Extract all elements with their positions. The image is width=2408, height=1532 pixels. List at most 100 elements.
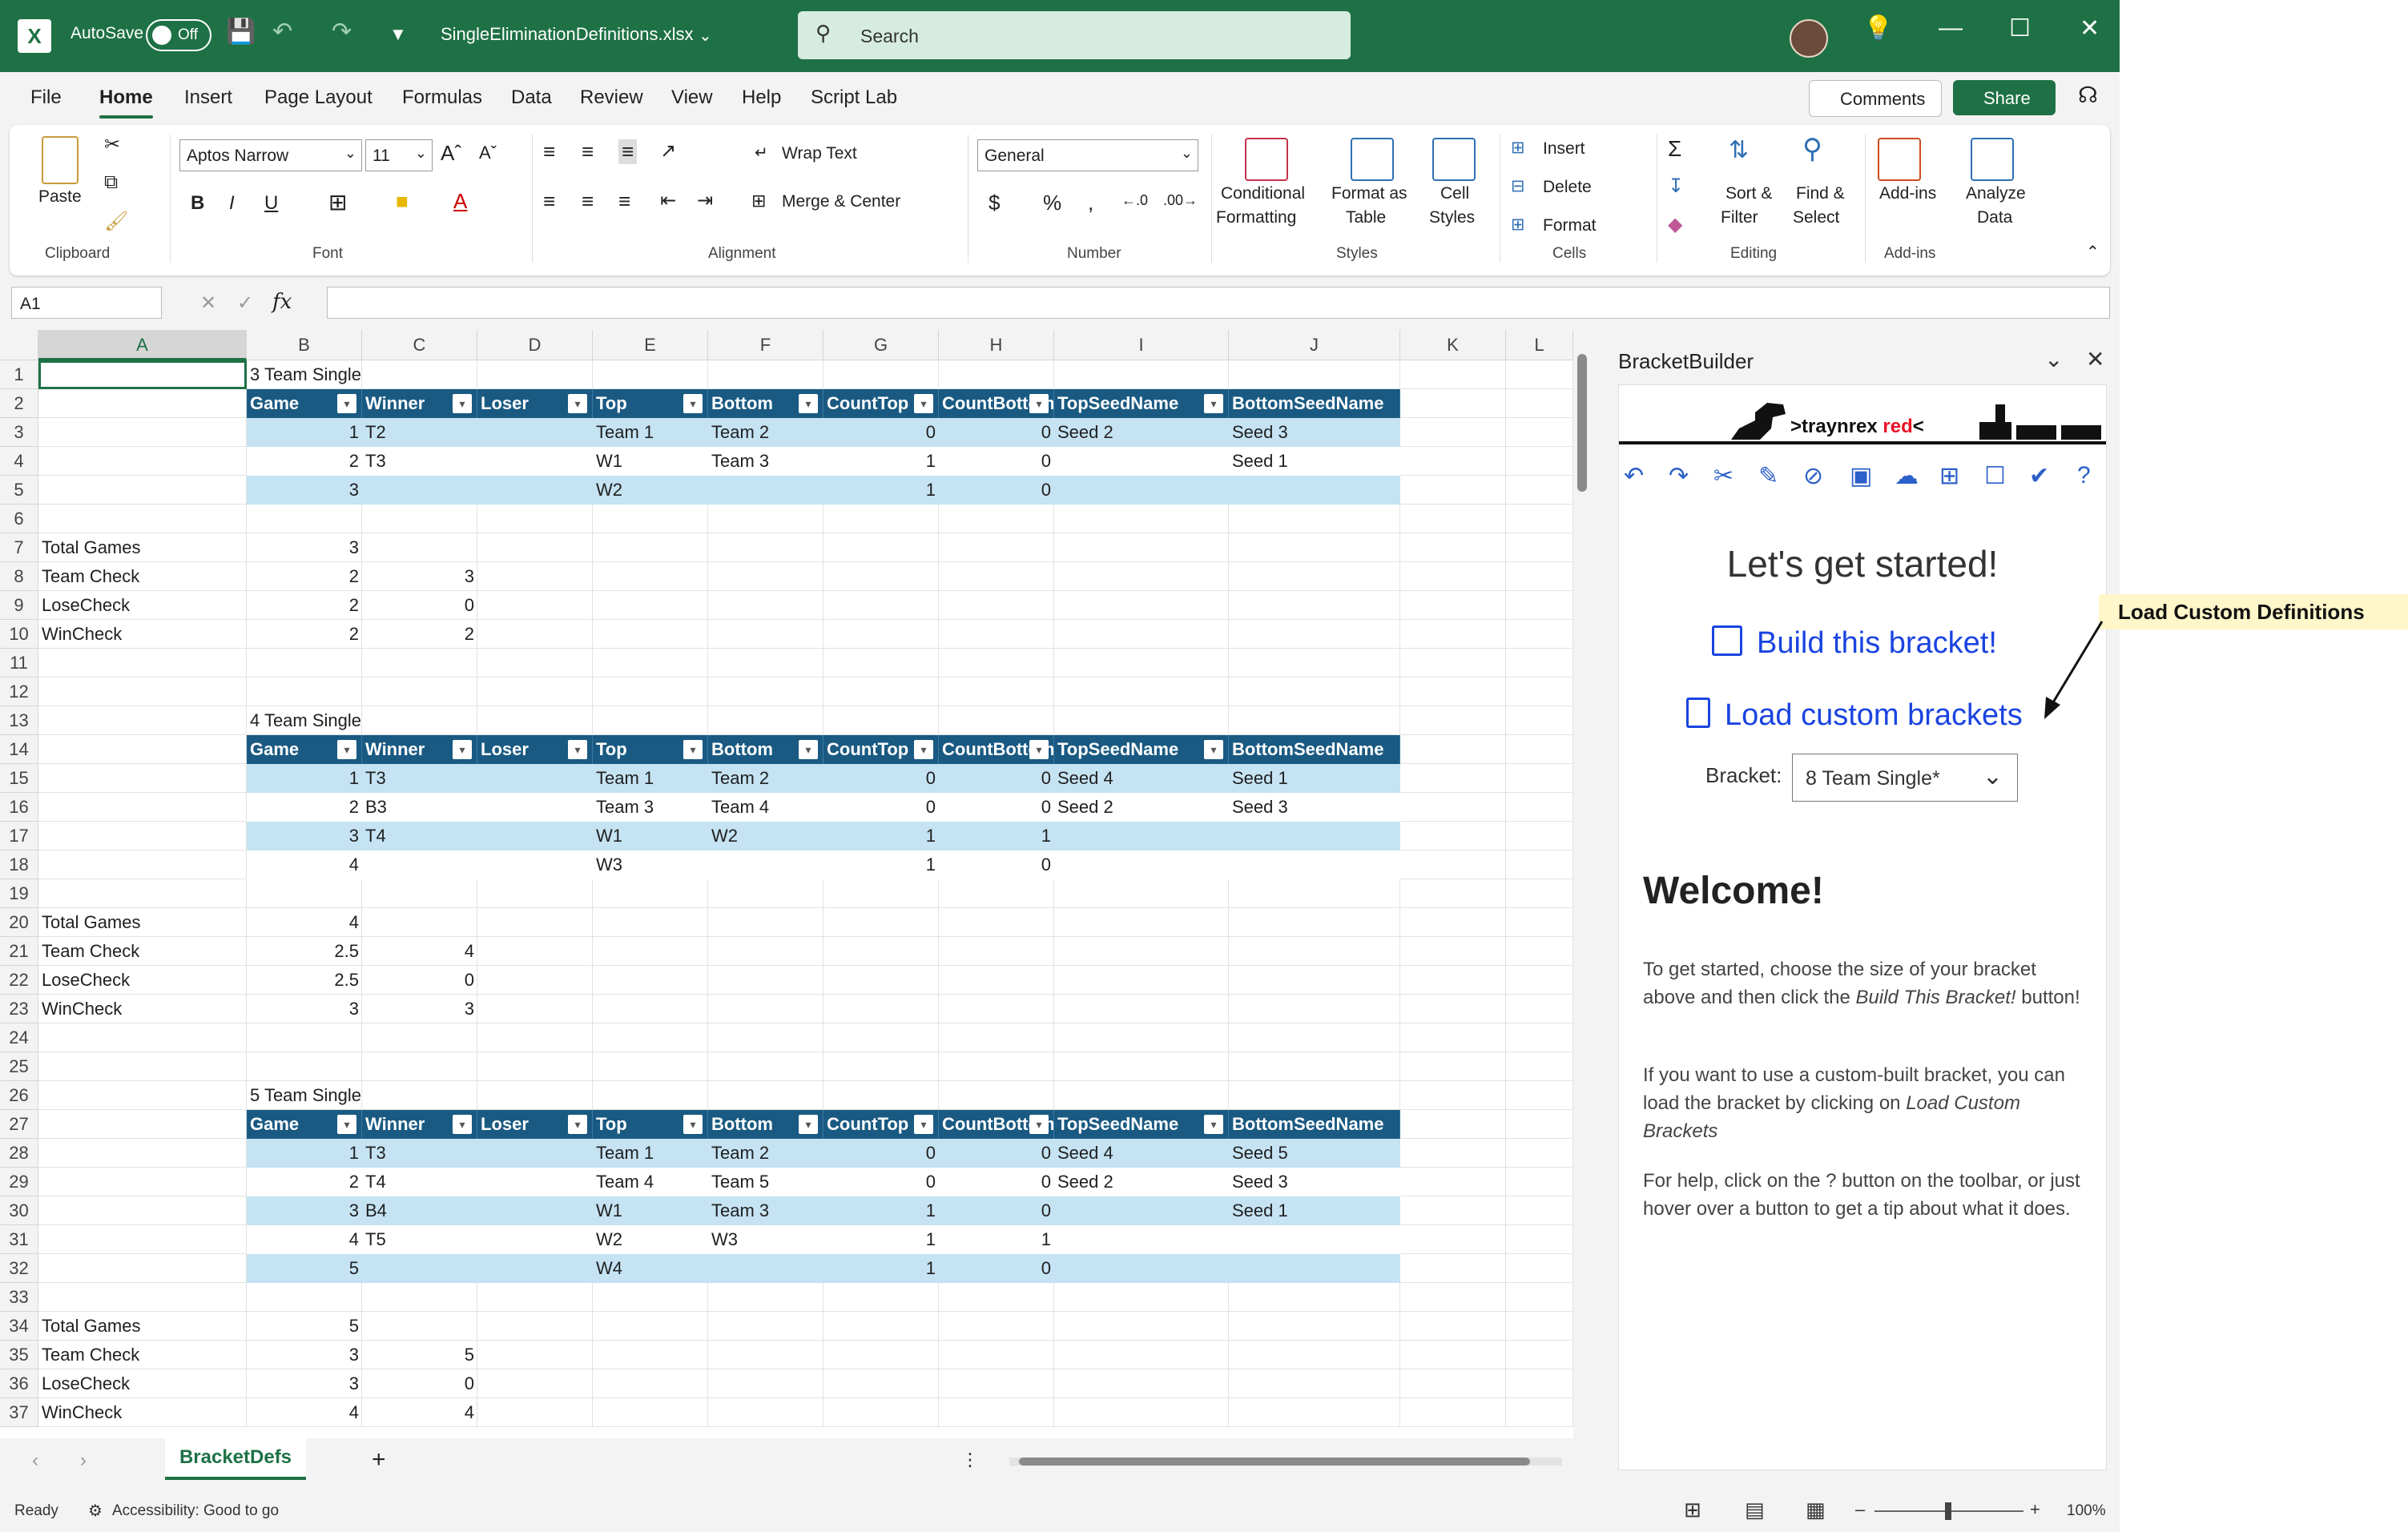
cell[interactable]	[1229, 505, 1400, 533]
table-header-cell[interactable]: TopSeedName ▾	[1054, 389, 1229, 418]
row-header-31[interactable]: 31	[0, 1225, 38, 1254]
cell[interactable]	[1506, 678, 1573, 706]
cell[interactable]	[939, 908, 1054, 937]
cell[interactable]	[1506, 447, 1573, 476]
cell[interactable]	[477, 533, 593, 562]
cell[interactable]	[1506, 1110, 1573, 1139]
accessibility-icon[interactable]: ⚙	[88, 1501, 103, 1521]
grow-font-icon[interactable]: Aˆ	[441, 141, 461, 166]
filter-dropdown-icon[interactable]: ▾	[799, 740, 818, 759]
table-data-cell[interactable]: T3	[362, 1139, 477, 1168]
table-data-cell[interactable]: 3	[247, 822, 362, 850]
table-header-cell[interactable]: Game ▾	[247, 735, 362, 764]
fill-color-icon[interactable]: ■	[396, 189, 409, 214]
feedback-icon[interactable]: ☊	[2078, 82, 2098, 108]
hide-icon[interactable]: ⊘	[1803, 462, 1823, 490]
cell-styles-label-2[interactable]: Styles	[1429, 208, 1475, 227]
table-data-cell[interactable]	[477, 1139, 593, 1168]
cell[interactable]	[477, 1398, 593, 1427]
table-data-cell[interactable]: Team 3	[708, 1196, 823, 1225]
cell[interactable]	[477, 591, 593, 620]
table-header-cell[interactable]: Bottom ▾	[708, 735, 823, 764]
table-data-cell[interactable]: W3	[593, 850, 708, 879]
cell[interactable]	[823, 678, 939, 706]
row-header-3[interactable]: 3	[0, 418, 38, 447]
table-data-cell[interactable]: 2	[247, 793, 362, 822]
tab-file[interactable]: File	[30, 86, 62, 109]
row-header-1[interactable]: 1	[0, 360, 38, 389]
row-header-34[interactable]: 34	[0, 1312, 38, 1341]
align-right-icon[interactable]: ≡	[618, 189, 630, 214]
filter-dropdown-icon[interactable]: ▾	[337, 394, 356, 413]
save-icon[interactable]: 💾	[226, 18, 256, 46]
cell[interactable]	[939, 678, 1054, 706]
horizontal-scrollbar[interactable]	[1009, 1458, 1562, 1466]
cell[interactable]	[1400, 620, 1506, 649]
cell[interactable]	[1506, 360, 1573, 389]
tab-view[interactable]: View	[671, 86, 713, 109]
row-header-11[interactable]: 11	[0, 649, 38, 678]
cell[interactable]	[1400, 505, 1506, 533]
cell[interactable]	[939, 1081, 1054, 1110]
cell[interactable]	[708, 937, 823, 966]
prev-sheet-icon[interactable]: ‹	[32, 1450, 38, 1472]
cell[interactable]	[939, 706, 1054, 735]
cell[interactable]	[708, 966, 823, 995]
collapse-ribbon-icon[interactable]: ⌃	[2086, 242, 2100, 262]
tab-review[interactable]: Review	[580, 86, 643, 109]
cell[interactable]	[1400, 793, 1506, 822]
summary-label[interactable]: Team Check	[38, 937, 247, 966]
cell[interactable]	[1506, 937, 1573, 966]
cell[interactable]	[1229, 1052, 1400, 1081]
table-data-cell[interactable]: Team 5	[708, 1168, 823, 1196]
cell[interactable]	[823, 706, 939, 735]
cell[interactable]	[1506, 591, 1573, 620]
cell[interactable]	[1506, 1081, 1573, 1110]
table-data-cell[interactable]: 1	[823, 447, 939, 476]
cell[interactable]	[1054, 1023, 1229, 1052]
row-header-5[interactable]: 5	[0, 476, 38, 505]
maximize-icon[interactable]: ☐	[2009, 14, 2031, 42]
column-header-f[interactable]: F	[708, 330, 823, 360]
cell[interactable]	[939, 1312, 1054, 1341]
filter-dropdown-icon[interactable]: ▾	[453, 1115, 472, 1134]
cell[interactable]	[939, 966, 1054, 995]
table-data-cell[interactable]	[477, 1225, 593, 1254]
cell[interactable]	[1229, 1398, 1400, 1427]
table-header-cell[interactable]: Winner ▾	[362, 1110, 477, 1139]
cell[interactable]	[1400, 1254, 1506, 1283]
cell[interactable]	[708, 1398, 823, 1427]
sort-filter-label-1[interactable]: Sort &	[1725, 184, 1772, 203]
column-header-c[interactable]: C	[362, 330, 477, 360]
summary-value[interactable]: 3	[362, 995, 477, 1023]
table-data-cell[interactable]: 2	[247, 447, 362, 476]
cell[interactable]	[362, 1283, 477, 1312]
build-bracket-link[interactable]: Build this bracket!	[1712, 625, 1997, 661]
column-header-l[interactable]: L	[1506, 330, 1573, 360]
tab-formulas[interactable]: Formulas	[402, 86, 482, 109]
cell[interactable]	[1506, 1168, 1573, 1196]
row-header-15[interactable]: 15	[0, 764, 38, 793]
tab-script-lab[interactable]: Script Lab	[811, 86, 897, 109]
cell[interactable]	[38, 1254, 247, 1283]
cell[interactable]	[38, 1168, 247, 1196]
cell[interactable]	[708, 591, 823, 620]
cell[interactable]	[477, 1369, 593, 1398]
table-data-cell[interactable]: W2	[708, 822, 823, 850]
column-header-i[interactable]: I	[1054, 330, 1229, 360]
cell[interactable]	[1400, 1225, 1506, 1254]
table-data-cell[interactable]	[1229, 850, 1400, 879]
table-data-cell[interactable]: W1	[593, 1196, 708, 1225]
percent-icon[interactable]: %	[1043, 191, 1061, 215]
row-header-16[interactable]: 16	[0, 793, 38, 822]
cell[interactable]	[38, 793, 247, 822]
cell[interactable]	[593, 591, 708, 620]
table-data-cell[interactable]	[362, 476, 477, 505]
more-options-icon[interactable]: ⋮	[961, 1450, 979, 1470]
filter-dropdown-icon[interactable]: ▾	[1029, 394, 1049, 413]
table-data-cell[interactable]: T3	[362, 447, 477, 476]
cell[interactable]	[38, 1081, 247, 1110]
find-select-icon[interactable]: ⚲	[1802, 133, 1822, 165]
summary-label[interactable]: Total Games	[38, 1312, 247, 1341]
cell[interactable]	[823, 1081, 939, 1110]
